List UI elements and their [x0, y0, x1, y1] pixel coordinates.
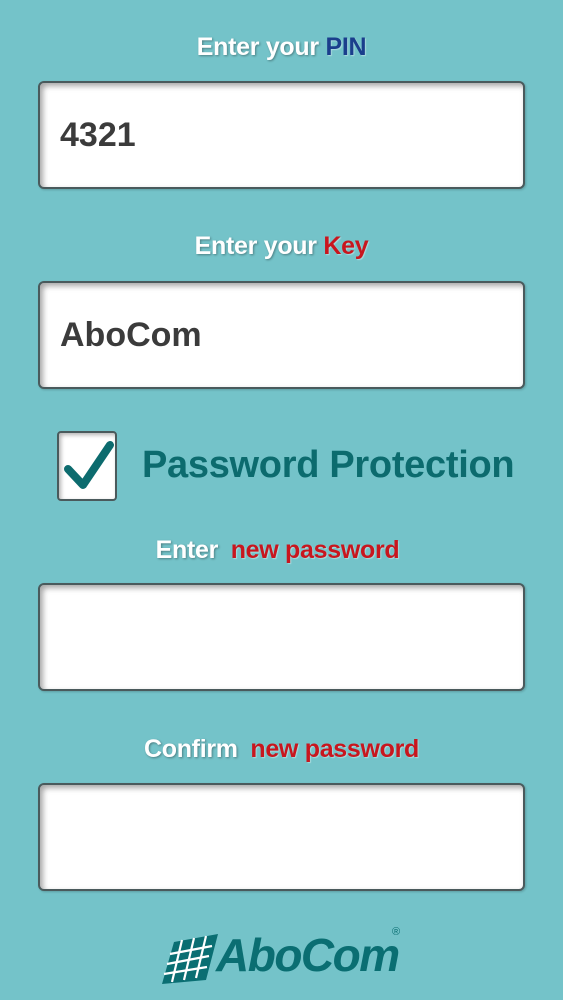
new-password-label-highlight: new password — [230, 536, 400, 564]
key-label-highlight: Key — [323, 232, 369, 260]
pin-label-prefix: Enter your — [196, 33, 319, 61]
confirm-password-label-highlight: new password — [250, 735, 420, 763]
confirm-password-input[interactable] — [38, 783, 525, 891]
pin-label: Enter your PIN — [0, 33, 563, 62]
password-protection-label: Password Protection — [142, 444, 515, 486]
new-password-label: Enter new password — [0, 536, 559, 565]
logo-text: AboCom — [216, 929, 400, 981]
checkmark-icon — [64, 441, 114, 489]
new-password-input[interactable] — [38, 583, 525, 691]
pin-input[interactable] — [38, 81, 525, 189]
key-input[interactable] — [38, 281, 525, 389]
key-label-prefix: Enter your — [194, 232, 317, 260]
confirm-password-label-prefix: Confirm — [143, 735, 238, 763]
abocom-logo: AboCom ® — [160, 924, 410, 988]
logo-mark-icon — [162, 934, 218, 984]
password-protection-checkbox[interactable] — [57, 431, 117, 501]
key-label: Enter your Key — [0, 232, 563, 261]
new-password-label-prefix: Enter — [155, 536, 219, 564]
pin-label-highlight: PIN — [325, 33, 367, 61]
confirm-password-label: Confirm new password — [0, 735, 563, 764]
registered-mark: ® — [392, 926, 401, 938]
